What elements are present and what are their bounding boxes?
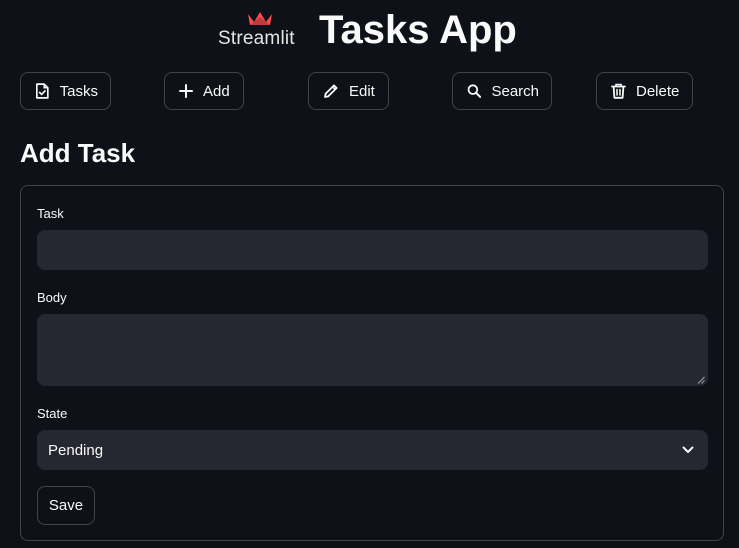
body-field-label: Body — [37, 290, 67, 305]
streamlit-logo: Streamlit — [218, 8, 302, 50]
add-button-label: Add — [203, 82, 230, 100]
search-button[interactable]: Search — [452, 72, 552, 110]
task-field-label: Task — [37, 206, 64, 221]
state-select-value: Pending — [48, 441, 104, 459]
search-icon — [467, 84, 482, 98]
page-title: Tasks App — [319, 8, 517, 52]
delete-button[interactable]: Delete — [596, 72, 693, 110]
logo-text: Streamlit — [218, 28, 295, 49]
header: Streamlit Tasks App — [0, 0, 739, 60]
body-textarea[interactable] — [37, 314, 708, 386]
tasks-button[interactable]: Tasks — [20, 72, 111, 110]
resize-grip-icon[interactable] — [697, 376, 705, 384]
add-button[interactable]: Add — [164, 72, 244, 110]
page: Streamlit Tasks App Tasks Add Edit Searc… — [0, 0, 739, 548]
tasks-button-label: Tasks — [59, 82, 98, 100]
state-select[interactable]: Pending — [37, 430, 708, 470]
chevron-down-icon — [682, 446, 694, 453]
plus-icon — [179, 84, 193, 98]
edit-button[interactable]: Edit — [308, 72, 389, 110]
body-textarea-wrapper — [21, 314, 725, 386]
state-field-label: State — [37, 406, 68, 421]
trash-icon — [611, 83, 626, 99]
edit-button-label: Edit — [349, 82, 375, 100]
save-button[interactable]: Save — [37, 486, 95, 525]
task-file-icon — [36, 83, 49, 99]
search-button-label: Search — [491, 82, 539, 100]
section-title: Add Task — [20, 138, 136, 168]
add-task-form: Task Body State Pending Save — [20, 185, 724, 541]
pencil-icon — [324, 84, 338, 98]
crown-icon — [248, 12, 272, 25]
task-input[interactable] — [37, 230, 708, 270]
delete-button-label: Delete — [636, 82, 680, 100]
